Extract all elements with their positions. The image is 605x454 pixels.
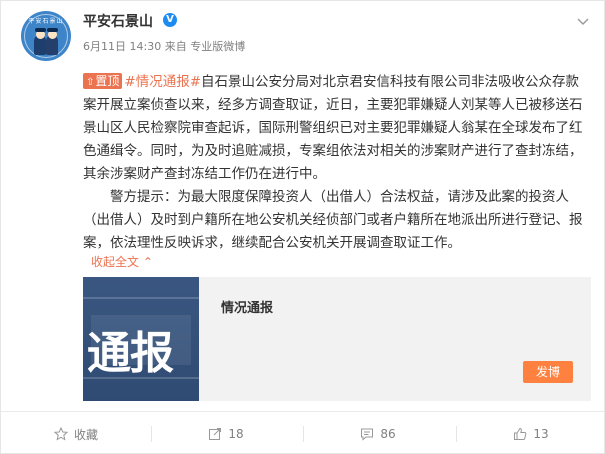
repost-count: 18 [228,427,244,441]
chevron-down-icon[interactable] [576,15,590,29]
collapse-label: 收起全文 [91,255,140,269]
post-paragraph-1: ⇧置顶 #情况通报#自石景山公安分局对北京君安信科技有限公司非法吸收公众存款案开展… [83,71,591,186]
favorite-label: 收藏 [73,427,98,442]
favorite-button[interactable]: 收藏 [1,412,151,454]
pin-arrow-icon: ⇧ [86,77,95,88]
weibo-post-card: 平安石景山 平安石景山 V 6月11日 14:30 来自 专业版微博 ⇧置顶 #情… [0,0,605,454]
collapse-link[interactable]: 收起全文 ⌃ [91,253,153,270]
post-time[interactable]: 6月11日 14:30 [83,40,161,53]
paragraph-1-text: 自石景山公安分局对北京君安信科技有限公司非法吸收公众存款案开展立案侦查以来，经多… [83,74,583,182]
post-source[interactable]: 来自 专业版微博 [165,40,246,53]
avatar[interactable]: 平安石景山 [21,11,71,61]
avatar-cap-left [34,28,46,32]
post-content: ⇧置顶 #情况通报#自石景山公安分局对北京君安信科技有限公司非法吸收公众存款案开展… [83,71,591,255]
avatar-text: 平安石景山 [28,18,64,25]
thumbs-up-icon [514,427,527,440]
share-card[interactable]: 通报 情况通报 发博 [83,277,591,401]
star-icon [53,427,68,441]
comment-count: 86 [380,427,396,441]
action-bar: 收藏 18 86 13 [1,411,605,454]
post-button[interactable]: 发博 [523,361,573,383]
share-thumbnail: 通报 [83,277,199,401]
user-name[interactable]: 平安石景山 [83,11,153,31]
repost-button[interactable]: 18 [151,412,301,454]
chevron-up-icon: ⌃ [142,255,153,269]
thumb-stripe [83,297,199,299]
avatar-cap-right [46,28,58,32]
like-count: 13 [533,427,549,441]
comment-button[interactable]: 86 [303,412,453,454]
thumb-title: 通报 [87,328,174,379]
pin-label: 置顶 [95,74,120,88]
verified-badge-icon: V [163,13,177,27]
comment-icon [361,428,374,441]
post-paragraph-2: 警方提示：为最大限度保障投资人（出借人）合法权益，请涉及此案的投资人（出借人）及… [83,189,583,251]
pin-badge: ⇧置顶 [83,73,123,89]
like-button[interactable]: 13 [456,412,605,454]
share-card-title: 情况通报 [221,301,274,316]
topic-tag-link[interactable]: #情况通报# [124,74,201,90]
post-meta: 6月11日 14:30 来自 专业版微博 [83,38,245,54]
repost-icon [209,428,222,440]
